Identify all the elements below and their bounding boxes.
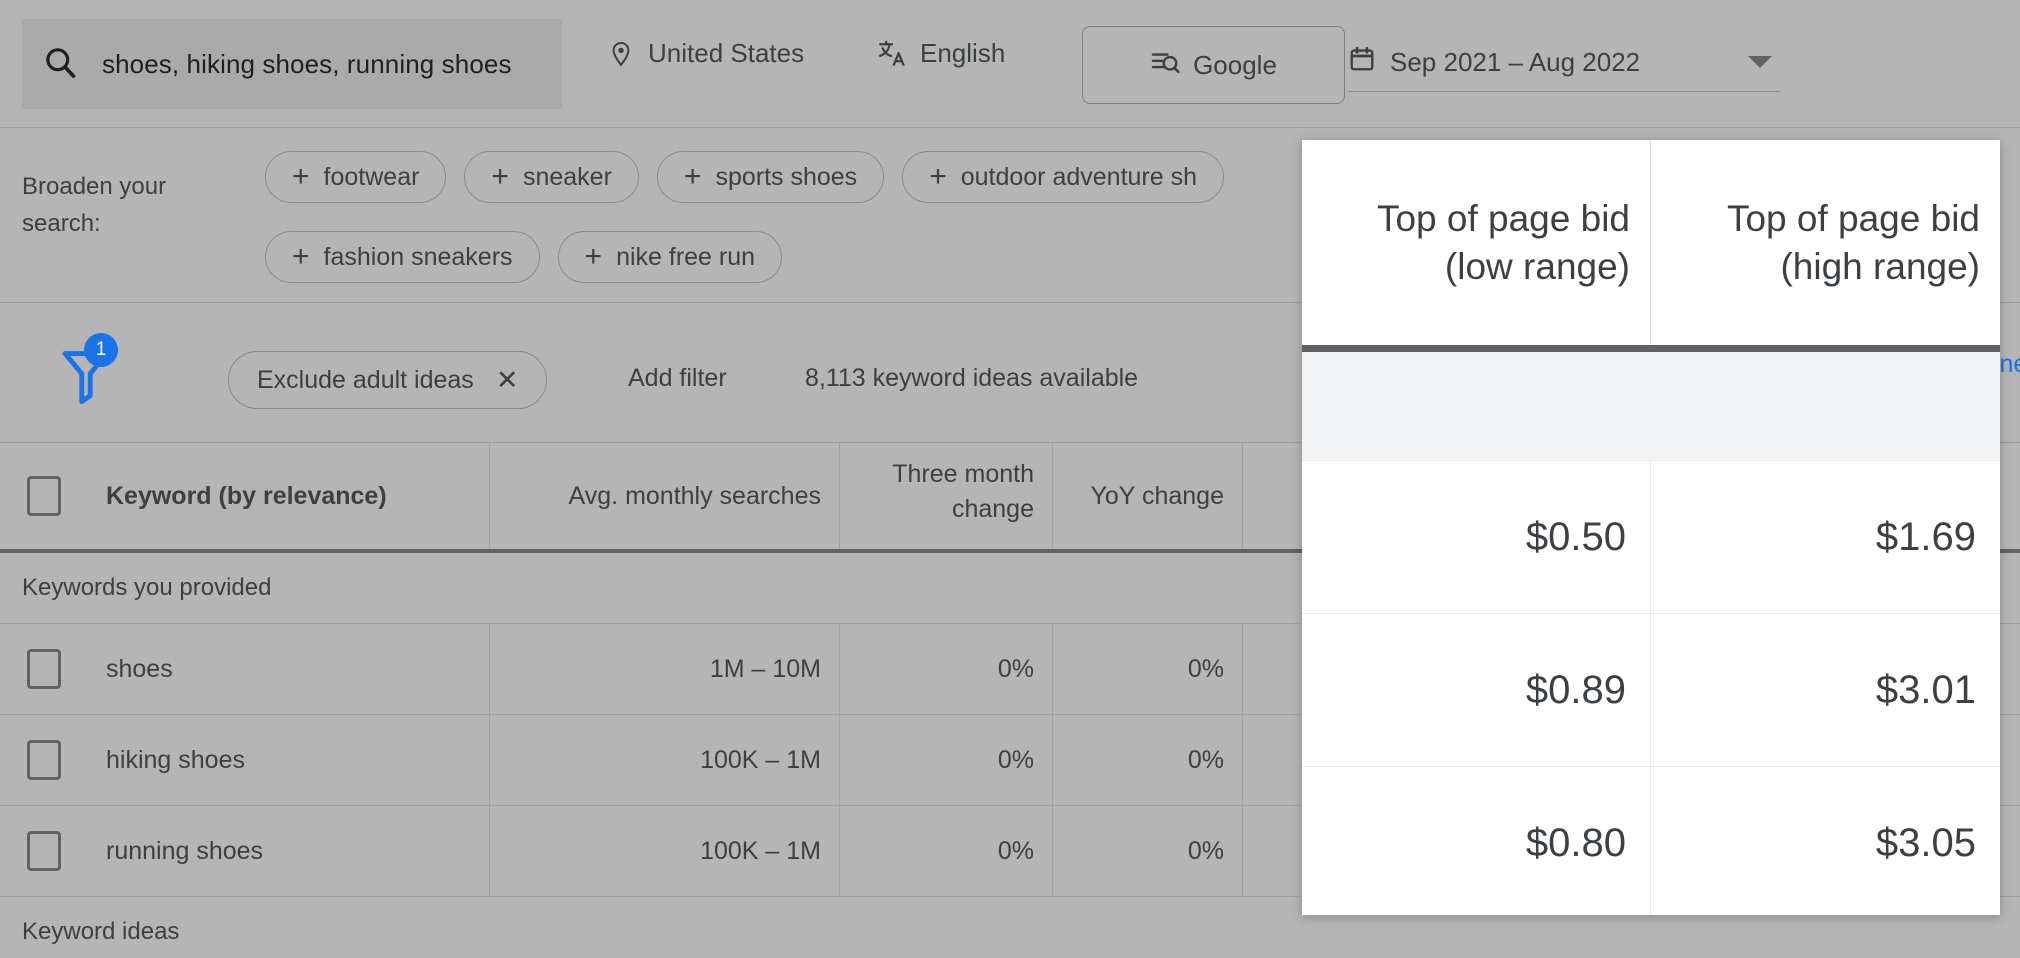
overlay-group-band [1302,352,2000,461]
column-header-yoy-change[interactable]: YoY change [1053,443,1243,549]
cell-three-month-change: 0% [840,806,1053,896]
cell-keyword: running shoes [88,806,490,896]
search-input-value[interactable]: shoes, hiking shoes, running shoes [102,47,512,81]
filter-count-badge: 1 [84,333,118,367]
date-range-label: Sep 2021 – Aug 2022 [1390,47,1734,78]
top-toolbar: shoes, hiking shoes, running shoes Unite… [0,0,2020,128]
translate-icon [877,39,907,69]
broaden-chip[interactable]: + sports shoes [657,151,884,203]
overlay-cell-bid-high: $3.05 [1651,767,2000,915]
broaden-chip-label: outdoor adventure sh [961,163,1197,192]
overlay-row: $0.80 $3.05 [1302,767,2000,915]
language-label: English [920,38,1005,69]
cell-avg-monthly-searches: 1M – 10M [490,624,840,714]
search-icon [42,44,78,85]
overlay-column-header-bid-low: Top of page bid (low range) [1302,140,1651,345]
plus-icon: + [585,242,603,272]
search-network-selector[interactable]: Google [1082,26,1345,104]
active-filter-label: Exclude adult ideas [257,366,474,395]
column-header-avg-monthly-searches[interactable]: Avg. monthly searches [490,443,840,549]
overlay-cell-bid-low: $0.89 [1302,614,1651,766]
overlay-column-header-bid-high: Top of page bid (high range) [1651,140,2000,345]
cell-three-month-change: 0% [840,715,1053,805]
checkbox-icon [27,831,61,871]
broaden-chip[interactable]: + fashion sneakers [265,231,540,283]
broaden-chip[interactable]: + sneaker [464,151,638,203]
checkbox-icon [27,740,61,780]
keyword-search-box[interactable]: shoes, hiking shoes, running shoes [22,19,562,109]
checkbox-icon [27,476,61,516]
cell-yoy-change: 0% [1053,806,1243,896]
broaden-chip[interactable]: + nike free run [558,231,783,283]
overlay-cell-bid-high: $1.69 [1651,461,2000,613]
overlay-row: $0.50 $1.69 [1302,461,2000,614]
broaden-search-label: Broaden your search: [22,168,197,242]
chevron-down-icon[interactable] [1748,56,1772,68]
search-network-icon [1150,47,1180,84]
cell-keyword: hiking shoes [88,715,490,805]
plus-icon: + [929,162,947,192]
checkbox-icon [27,649,61,689]
date-range-selector[interactable]: Sep 2021 – Aug 2022 [1348,33,1780,92]
broaden-chip[interactable]: + footwear [265,151,446,203]
app-root: shoes, hiking shoes, running shoes Unite… [0,0,2020,958]
plus-icon: + [292,242,310,272]
bid-columns-zoom-overlay: Top of page bid (low range) Top of page … [1302,140,2000,915]
cell-three-month-change: 0% [840,624,1053,714]
location-label: United States [648,38,804,69]
cell-avg-monthly-searches: 100K – 1M [490,806,840,896]
column-header-line1: Three month [858,457,1034,492]
overlay-row: $0.89 $3.01 [1302,614,2000,767]
close-icon[interactable]: ✕ [496,365,519,396]
row-checkbox[interactable] [0,624,88,714]
column-header-three-month-change[interactable]: Three month change [840,443,1053,549]
select-all-checkbox[interactable] [0,443,88,549]
broaden-chip-label: sneaker [523,163,612,192]
row-checkbox[interactable] [0,806,88,896]
overlay-cell-bid-high: $3.01 [1651,614,2000,766]
cell-yoy-change: 0% [1053,715,1243,805]
broaden-chip[interactable]: + outdoor adventure sh [902,151,1224,203]
broaden-chip-label: footwear [324,163,420,192]
plus-icon: + [684,162,702,192]
overlay-cell-bid-low: $0.80 [1302,767,1651,915]
location-selector[interactable]: United States [607,38,804,69]
row-checkbox[interactable] [0,715,88,805]
search-network-label: Google [1193,50,1277,81]
column-header-line2: change [858,492,1034,527]
broaden-chip-label: fashion sneakers [324,243,513,272]
filter-funnel-button[interactable]: 1 [58,345,114,412]
cell-yoy-change: 0% [1053,624,1243,714]
overlay-cell-bid-low: $0.50 [1302,461,1651,613]
column-header-keyword[interactable]: Keyword (by relevance) [88,443,490,549]
overlay-header-row: Top of page bid (low range) Top of page … [1302,140,2000,352]
calendar-icon [1348,45,1376,80]
add-filter-button[interactable]: Add filter [628,364,727,393]
broaden-chip-label: nike free run [616,243,755,272]
broaden-chip-label: sports shoes [715,163,857,192]
plus-icon: + [491,162,509,192]
cell-keyword: shoes [88,624,490,714]
plus-icon: + [292,162,310,192]
active-filter-chip[interactable]: Exclude adult ideas ✕ [228,351,547,409]
location-pin-icon [607,40,635,68]
language-selector[interactable]: English [877,38,1005,69]
cell-avg-monthly-searches: 100K – 1M [490,715,840,805]
keyword-ideas-count: 8,113 keyword ideas available [805,364,1138,393]
